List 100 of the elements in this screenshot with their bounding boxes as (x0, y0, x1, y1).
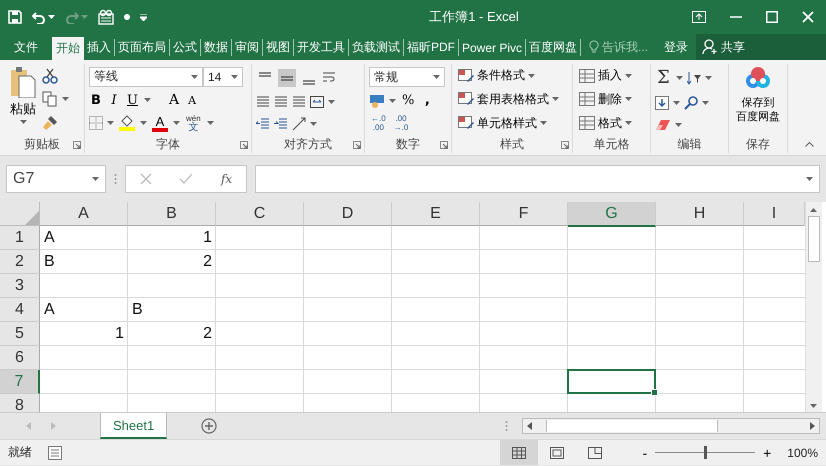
cells-button[interactable]: 插入 (577, 64, 634, 87)
caret-icon[interactable] (625, 74, 632, 78)
column-header[interactable]: E (392, 202, 480, 226)
caret-icon[interactable] (528, 74, 535, 78)
dialog-launcher-icon[interactable] (73, 141, 81, 149)
undo-icon[interactable] (32, 10, 46, 24)
number-format-field[interactable]: 常规 (369, 67, 445, 87)
row-header[interactable]: 2 (0, 250, 40, 274)
macro-record-icon[interactable] (48, 446, 62, 460)
caret-icon[interactable] (140, 121, 147, 126)
borders-icon[interactable] (89, 116, 103, 130)
zoom-level[interactable]: 100% (787, 446, 818, 460)
caret-icon[interactable] (673, 100, 680, 104)
page-icon[interactable] (550, 446, 564, 458)
decrease-indent-icon[interactable] (256, 118, 270, 130)
row-header[interactable]: 8 (0, 394, 40, 412)
caret-icon[interactable] (20, 120, 26, 124)
ribbon-tab[interactable]: 开发工具 (294, 39, 349, 56)
currency-icon[interactable] (369, 94, 385, 108)
sort-filter-icon[interactable] (686, 70, 701, 84)
caret-icon[interactable] (552, 97, 559, 102)
sheet-tab[interactable]: Sheet1 (100, 413, 168, 439)
caret-icon[interactable] (191, 74, 198, 79)
styles-button[interactable]: 单元格样式 (456, 112, 561, 134)
name-box[interactable]: G7 (6, 165, 106, 193)
caret-icon[interactable] (62, 97, 69, 102)
normal-view-button[interactable] (500, 440, 538, 465)
comma-button[interactable]: , (420, 93, 434, 108)
column-header[interactable]: I (744, 202, 805, 226)
caret-icon[interactable] (625, 97, 632, 102)
styles-button[interactable]: 条件格式 (456, 64, 561, 87)
ribbon-display-icon[interactable] (692, 11, 706, 23)
caret-icon[interactable] (433, 75, 440, 79)
decimal-button[interactable]: ←.0 .00 (369, 114, 388, 132)
dot-icon[interactable] (124, 14, 130, 20)
dialog-launcher-icon[interactable] (240, 141, 248, 149)
column-header[interactable]: F (480, 202, 568, 226)
ribbon-tab[interactable]: 插入 (84, 39, 115, 56)
caret-icon[interactable] (92, 177, 99, 181)
cells-button[interactable]: 格式 (577, 112, 634, 134)
ribbon-tab[interactable]: 百度网盘 (526, 39, 582, 56)
add-sheet-icon[interactable] (201, 418, 218, 434)
ribbon-tab[interactable]: Power Pivc (459, 39, 526, 56)
caret-icon[interactable] (806, 177, 813, 181)
ribbon-tab[interactable]: 文件 (0, 39, 52, 56)
ribbon-tab[interactable]: 开始 (52, 37, 84, 60)
horizontal-scrollbar[interactable] (522, 418, 820, 434)
column-header[interactable]: A (40, 202, 128, 226)
grip-icon[interactable] (505, 420, 508, 432)
row-header[interactable]: 5 (0, 322, 40, 346)
font-name-field[interactable]: 等线 (89, 66, 203, 87)
row-header[interactable]: 7 (0, 370, 40, 394)
grid-icon[interactable] (512, 446, 526, 458)
percent-button[interactable]: % (400, 93, 416, 108)
column-header[interactable]: B (128, 202, 216, 226)
scroll-down-icon[interactable] (810, 404, 817, 408)
close-icon[interactable] (802, 11, 814, 23)
merge-icon[interactable] (310, 96, 324, 108)
column-header[interactable]: D (304, 202, 392, 226)
formula-field[interactable] (255, 165, 820, 193)
row-header[interactable]: 1 (0, 226, 40, 250)
decimal-button[interactable]: .00 →.0 (392, 114, 410, 132)
font-size-field[interactable]: 14 (203, 66, 243, 87)
row-header[interactable]: 6 (0, 346, 40, 370)
sign-in-link[interactable]: 登录 (656, 34, 696, 60)
ribbon-tab[interactable]: 页面布局 (115, 39, 170, 56)
bold-button[interactable]: B (89, 92, 103, 108)
dialog-launcher-icon[interactable] (353, 141, 361, 149)
increase-indent-icon[interactable] (274, 118, 288, 130)
ribbon-tab[interactable]: 数据 (201, 39, 232, 56)
cells-button[interactable]: 删除 (577, 88, 634, 110)
caret-icon[interactable] (676, 76, 683, 80)
insert-function-button[interactable]: fx (220, 172, 232, 186)
caret-icon[interactable] (231, 74, 238, 79)
copy-icon[interactable] (42, 91, 58, 108)
scrollbar-thumb[interactable] (546, 420, 718, 432)
caret-icon[interactable] (704, 76, 712, 80)
zoom-slider[interactable] (704, 446, 708, 459)
row-header[interactable]: 3 (0, 274, 40, 298)
column-header[interactable]: C (216, 202, 304, 226)
caret-icon[interactable] (389, 98, 396, 102)
dialog-launcher-icon[interactable] (440, 141, 448, 149)
page-break-icon[interactable] (588, 446, 602, 458)
align-center-icon[interactable] (274, 96, 288, 108)
share-button[interactable]: 共享 (696, 34, 826, 60)
wrap-text-icon[interactable] (322, 70, 336, 84)
paste-button[interactable]: 粘贴 (4, 64, 42, 135)
grow-font-button[interactable]: A (166, 92, 182, 108)
zoom-out-button[interactable]: - (640, 444, 650, 460)
save-to-cloud-button[interactable]: 保存到 百度网盘 (736, 64, 780, 135)
caret-icon[interactable] (675, 122, 682, 126)
caret-icon[interactable] (310, 122, 317, 126)
caret-icon[interactable] (625, 121, 632, 126)
shrink-font-button[interactable]: A (185, 94, 200, 107)
caret-icon[interactable] (206, 121, 214, 126)
active-cell[interactable] (567, 369, 656, 394)
search-icon[interactable] (684, 96, 698, 110)
font-color-button[interactable]: A (151, 114, 169, 132)
vertical-scrollbar[interactable] (805, 202, 822, 412)
zoom-in-button[interactable]: + (761, 444, 774, 460)
